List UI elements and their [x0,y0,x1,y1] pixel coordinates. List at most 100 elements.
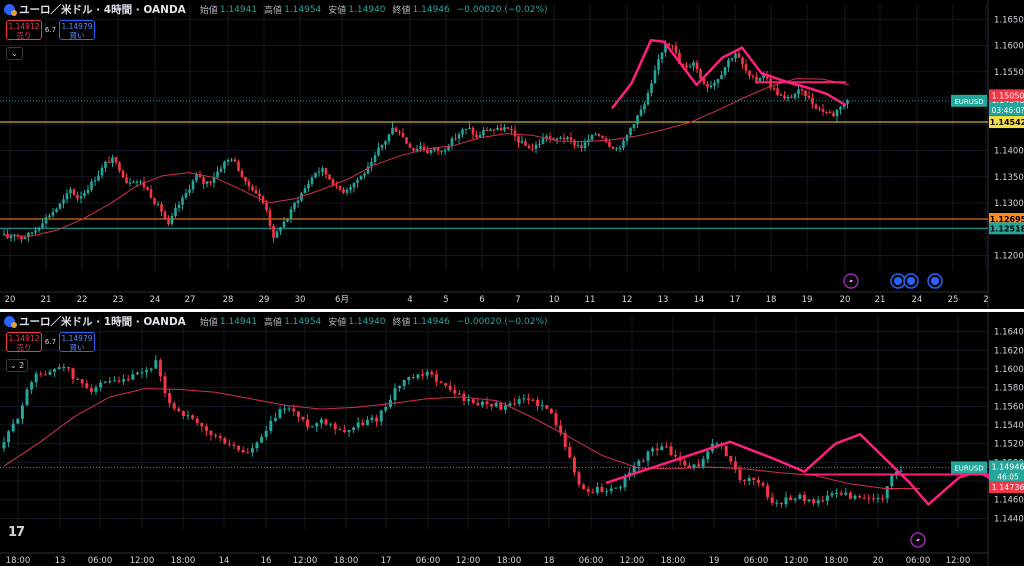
candle [471,127,475,135]
candle [802,494,806,502]
globe-glyph [931,277,939,285]
candle [62,199,65,204]
candle [69,189,72,194]
candle [163,211,167,219]
close-value: 1.14946 [412,4,450,15]
time-tick-label: 12:00 [946,556,971,566]
time-tick-label: 27 [185,295,196,305]
candle [789,497,793,501]
chart-canvas-4h[interactable]: 1.165001.160001.155001.150001.145001.140… [0,0,1024,309]
candle [734,53,737,59]
time-tick-label: 18:00 [334,556,359,566]
candle [232,444,236,446]
time-tick-label: 18 [766,295,777,305]
candle [839,493,843,495]
candle [503,405,507,410]
symbol-title[interactable]: ユーロ／米ドル · 1時間 · OANDA [19,314,186,329]
candle [153,198,156,205]
candle [202,177,205,184]
low-label: 安値 [328,318,347,328]
candle [30,382,34,390]
candle [7,431,11,443]
candle [85,383,89,389]
candle [356,422,360,428]
candle [405,137,408,144]
candle [580,145,583,149]
candle [706,451,710,460]
candle [586,488,590,492]
candle [191,415,195,419]
symbol-title[interactable]: ユーロ／米ドル · 4時間 · OANDA [19,2,186,17]
candle [223,161,226,169]
symbol-label: EURUSD [954,464,983,472]
candle [416,374,420,379]
chart-pane-4h[interactable]: 1.165001.160001.155001.150001.145001.140… [0,0,1024,309]
candle [167,218,170,224]
candle [272,225,275,238]
candle [848,492,852,499]
candle [317,171,321,173]
candle [510,128,513,131]
time-tick-label: 5 [443,295,448,305]
candle [671,45,674,47]
price-tick-label: 1.14000 [994,147,1024,157]
time-tick-label: 12:00 [293,556,318,566]
sell-button[interactable]: 1.14912 売り [6,332,42,352]
moving-average-line [3,388,920,489]
candle [434,374,438,382]
candle [485,129,489,131]
price-tick-label: 1.16500 [994,15,1024,25]
candle [86,189,90,193]
candle [818,108,821,110]
candle [338,429,342,431]
candle [540,405,544,407]
tradingview-logo[interactable]: 17 [8,525,25,540]
time-tick-label: 12:00 [456,556,481,566]
time-tick-label: 6 [479,295,484,305]
candle [53,369,57,372]
candle [100,167,104,176]
candle [76,378,80,380]
buy-button[interactable]: 1.14979 買い [59,332,95,352]
candle [122,379,126,382]
chart-pane-1h[interactable]: 1.16400 1.16200 1.16000 1.15800 1.15600 1.154… [0,312,1024,566]
time-tick-label: 06:00 [744,556,769,566]
candle [25,389,29,406]
candle [639,109,643,116]
candle [622,140,625,148]
time-tick-label: 21 [875,295,886,305]
collapse-indicators-button[interactable]: ⌄ [6,47,23,60]
candle [701,459,705,467]
candle [454,138,457,140]
candle [93,180,97,182]
candle [401,132,405,138]
candle [195,418,199,424]
candle [709,85,713,88]
price-tick-label: 1.13500 [994,173,1024,183]
buy-button[interactable]: 1.14979 買い [59,20,95,40]
candle [688,66,692,68]
candle [57,367,61,370]
candle [188,189,191,193]
candle [2,233,6,235]
candle [549,408,553,414]
high-value: 1.14954 [284,4,322,15]
candle [494,402,498,407]
candle [117,380,121,382]
candle [170,216,174,224]
collapse-indicators-button[interactable]: ⌄ 2 [6,359,28,372]
candle [597,134,601,136]
chart-canvas-1h[interactable]: 1.16400 1.16200 1.16000 1.15800 1.15600 1.154… [0,312,1024,566]
candle [517,136,520,143]
price-tick-label: 1.15200 [994,440,1024,450]
candle [439,381,443,384]
candle [307,183,310,189]
candle [184,192,188,198]
legend-4h: ユーロ／米ドル · 4時間 · OANDA 始値 1.14941 高値 1.1495… [4,2,555,17]
candle [524,141,527,146]
sell-button[interactable]: 1.14912 売り [6,20,42,40]
candle [342,189,345,193]
time-tick-label: 19 [709,556,720,566]
candle [273,418,277,421]
time-tick-label: 12:00 [620,556,645,566]
